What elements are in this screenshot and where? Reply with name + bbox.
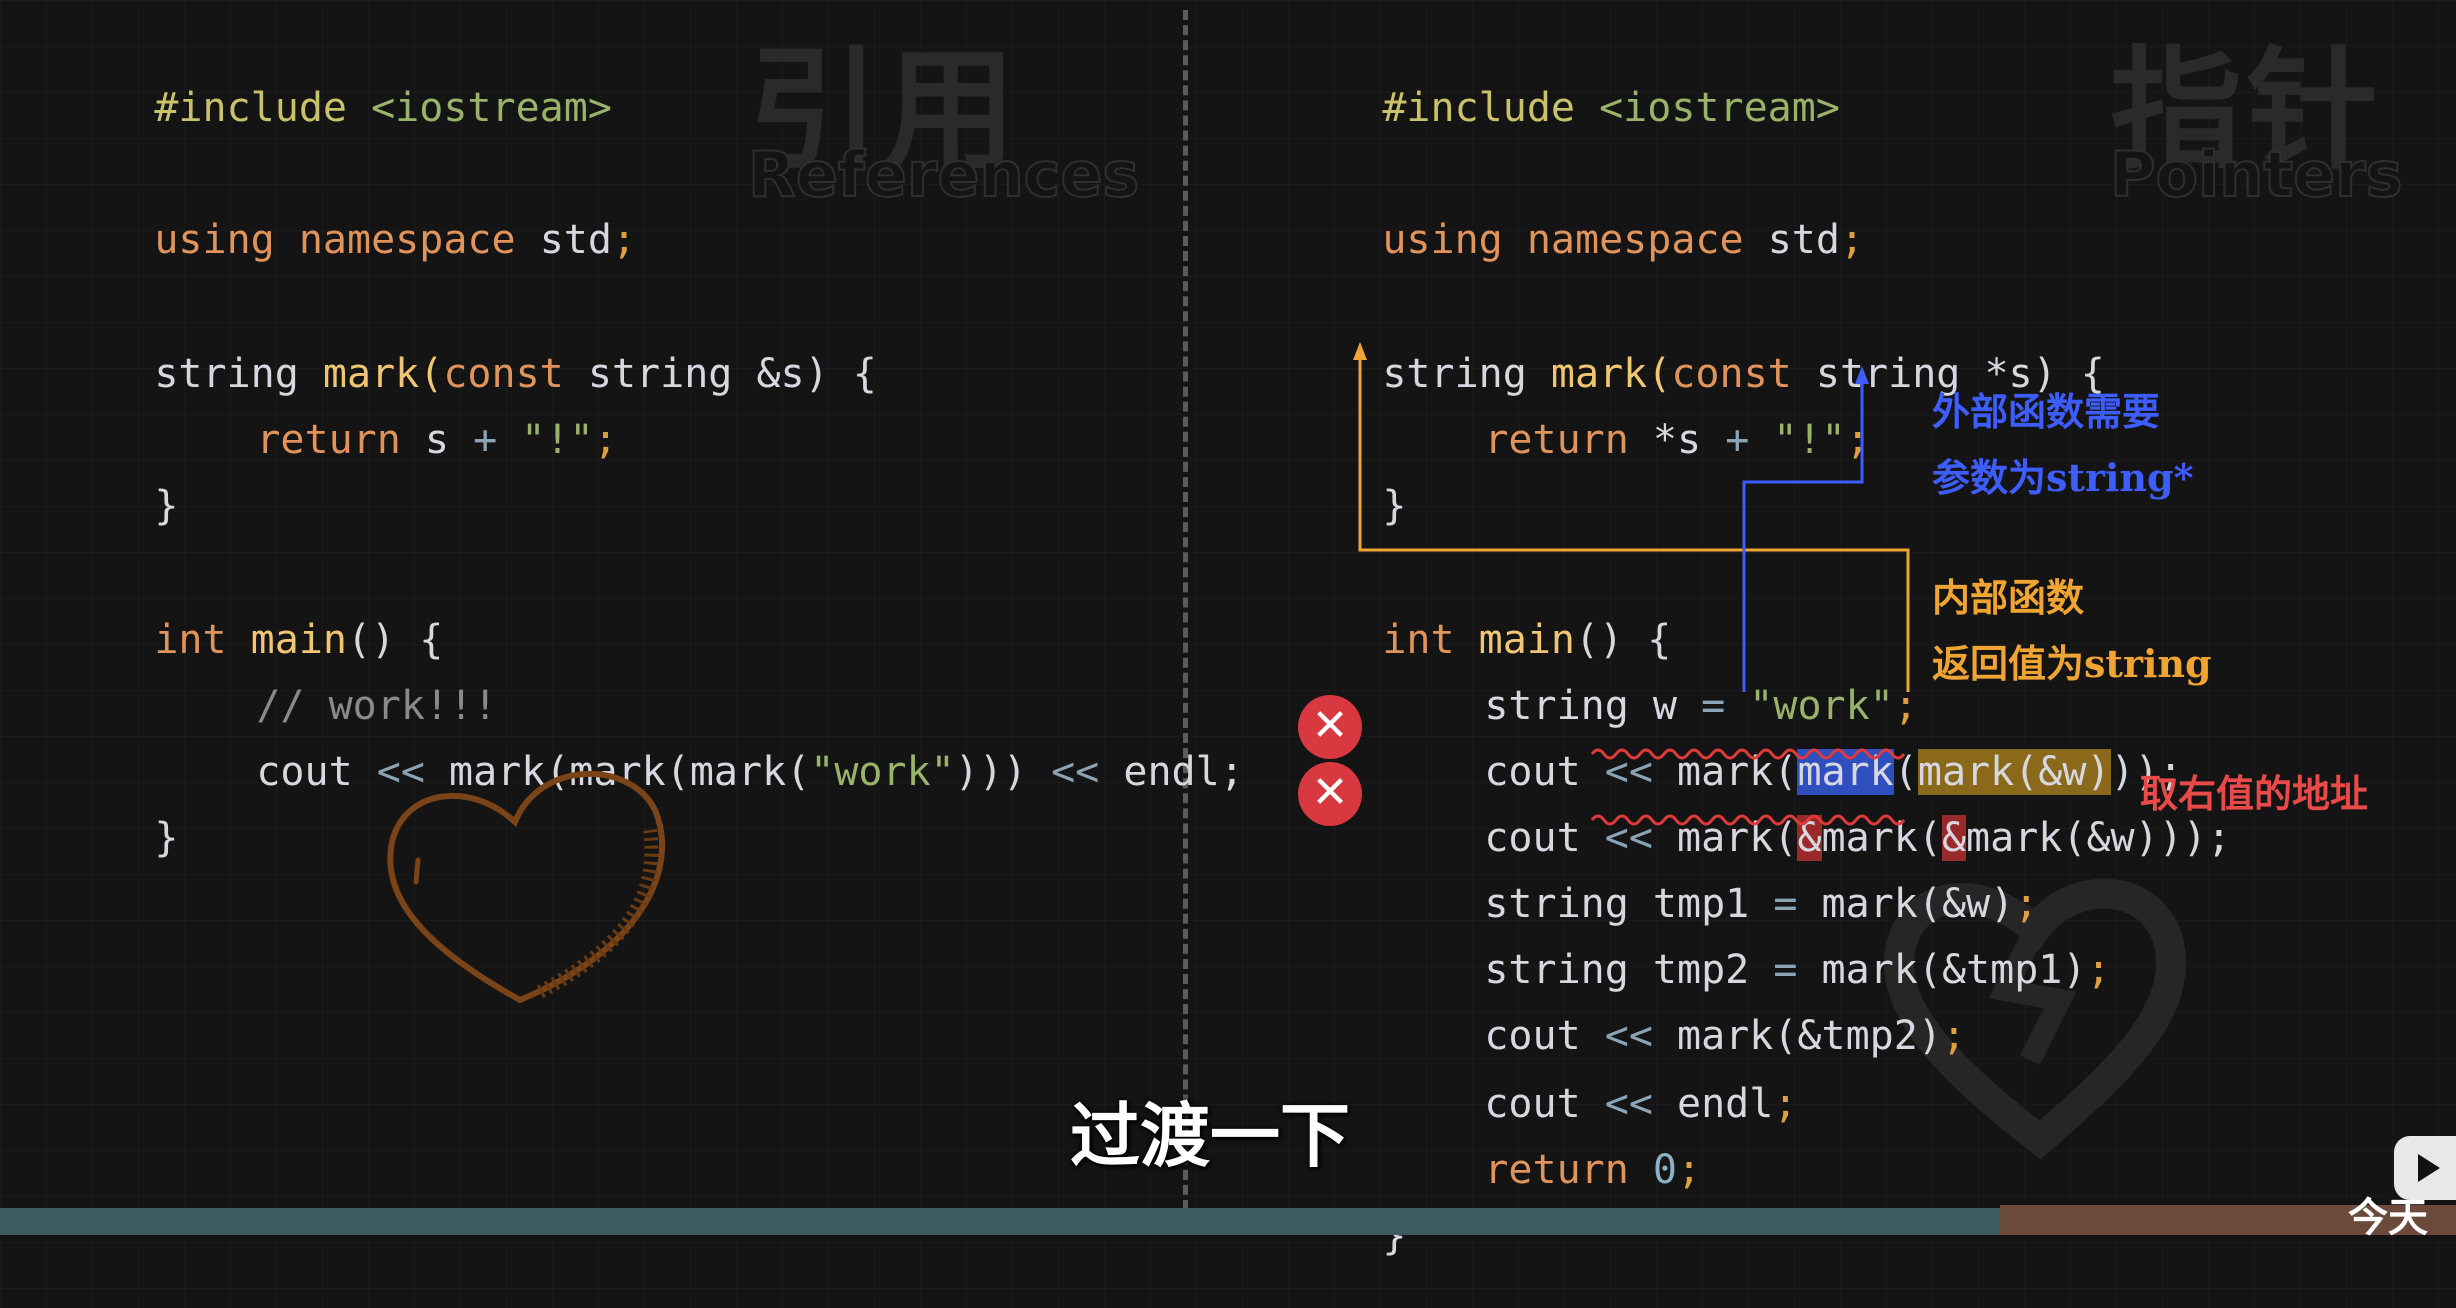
outer-annotation-line1: 外部函数需要	[1932, 389, 2161, 434]
rvalue-annotation: 取右值的地址	[2140, 771, 2369, 816]
video-subtitle: 过渡一下	[1070, 1095, 1350, 1177]
heart-illustration	[387, 770, 666, 1004]
error-squiggle	[1590, 814, 1906, 826]
outer-annotation-line2: 参数为string*	[1932, 455, 2194, 500]
pointers-pane: 指针 Pointers #include <iostream> using na…	[1190, 0, 2456, 1259]
corner-caption: 今天	[2348, 1195, 2428, 1241]
outer-function-arrowhead	[1855, 366, 1869, 384]
inner-annotation-line2: 返回值为string	[1932, 641, 2212, 686]
pane-divider	[1183, 10, 1188, 1210]
references-pane: 引用 References #include <iostream> using …	[0, 0, 1244, 1235]
outer-function-arrow	[1742, 376, 1864, 692]
inner-function-arrow	[1358, 352, 1910, 692]
annotation-arrows	[1353, 342, 1910, 826]
inner-function-arrowhead	[1353, 342, 1367, 360]
error-squiggle	[1590, 748, 1906, 760]
inner-annotation-line1: 内部函数	[1932, 575, 2085, 620]
